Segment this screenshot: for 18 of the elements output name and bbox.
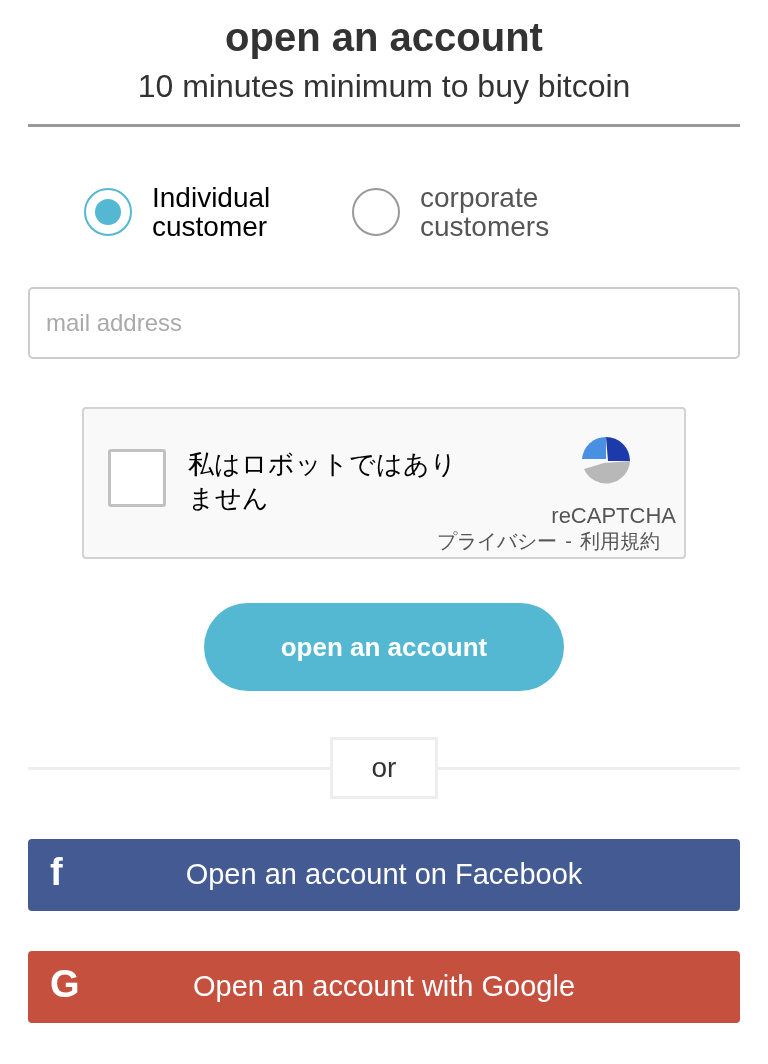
captcha-label: 私はロボットではありません xyxy=(188,448,458,515)
link-separator: - xyxy=(565,531,572,551)
radio-icon xyxy=(352,188,400,236)
terms-link[interactable]: 利用規約 xyxy=(580,531,660,551)
radio-icon xyxy=(84,188,132,236)
privacy-link[interactable]: プライバシー xyxy=(437,531,558,551)
recaptcha-brand: reCAPTCHA xyxy=(551,502,676,530)
google-logo: G xyxy=(50,965,80,1003)
page-subtitle: 10 minutes minimum to buy bitcoin xyxy=(137,67,631,106)
customer-type-radio[interactable]: Individual customer xyxy=(84,183,312,241)
captcha-checkbox[interactable] xyxy=(108,449,166,507)
page-title: open an account xyxy=(225,14,543,61)
email-field[interactable]: mail address xyxy=(28,287,740,359)
customer-type-radio[interactable]: corporate customers xyxy=(352,183,580,241)
facebook-signup-button[interactable]: f Open an account on Facebook xyxy=(28,839,740,911)
facebook-logo: f xyxy=(50,853,63,891)
google-signup-button[interactable]: G Open an account with Google xyxy=(28,951,740,1023)
or-divider-label: or xyxy=(330,737,438,799)
